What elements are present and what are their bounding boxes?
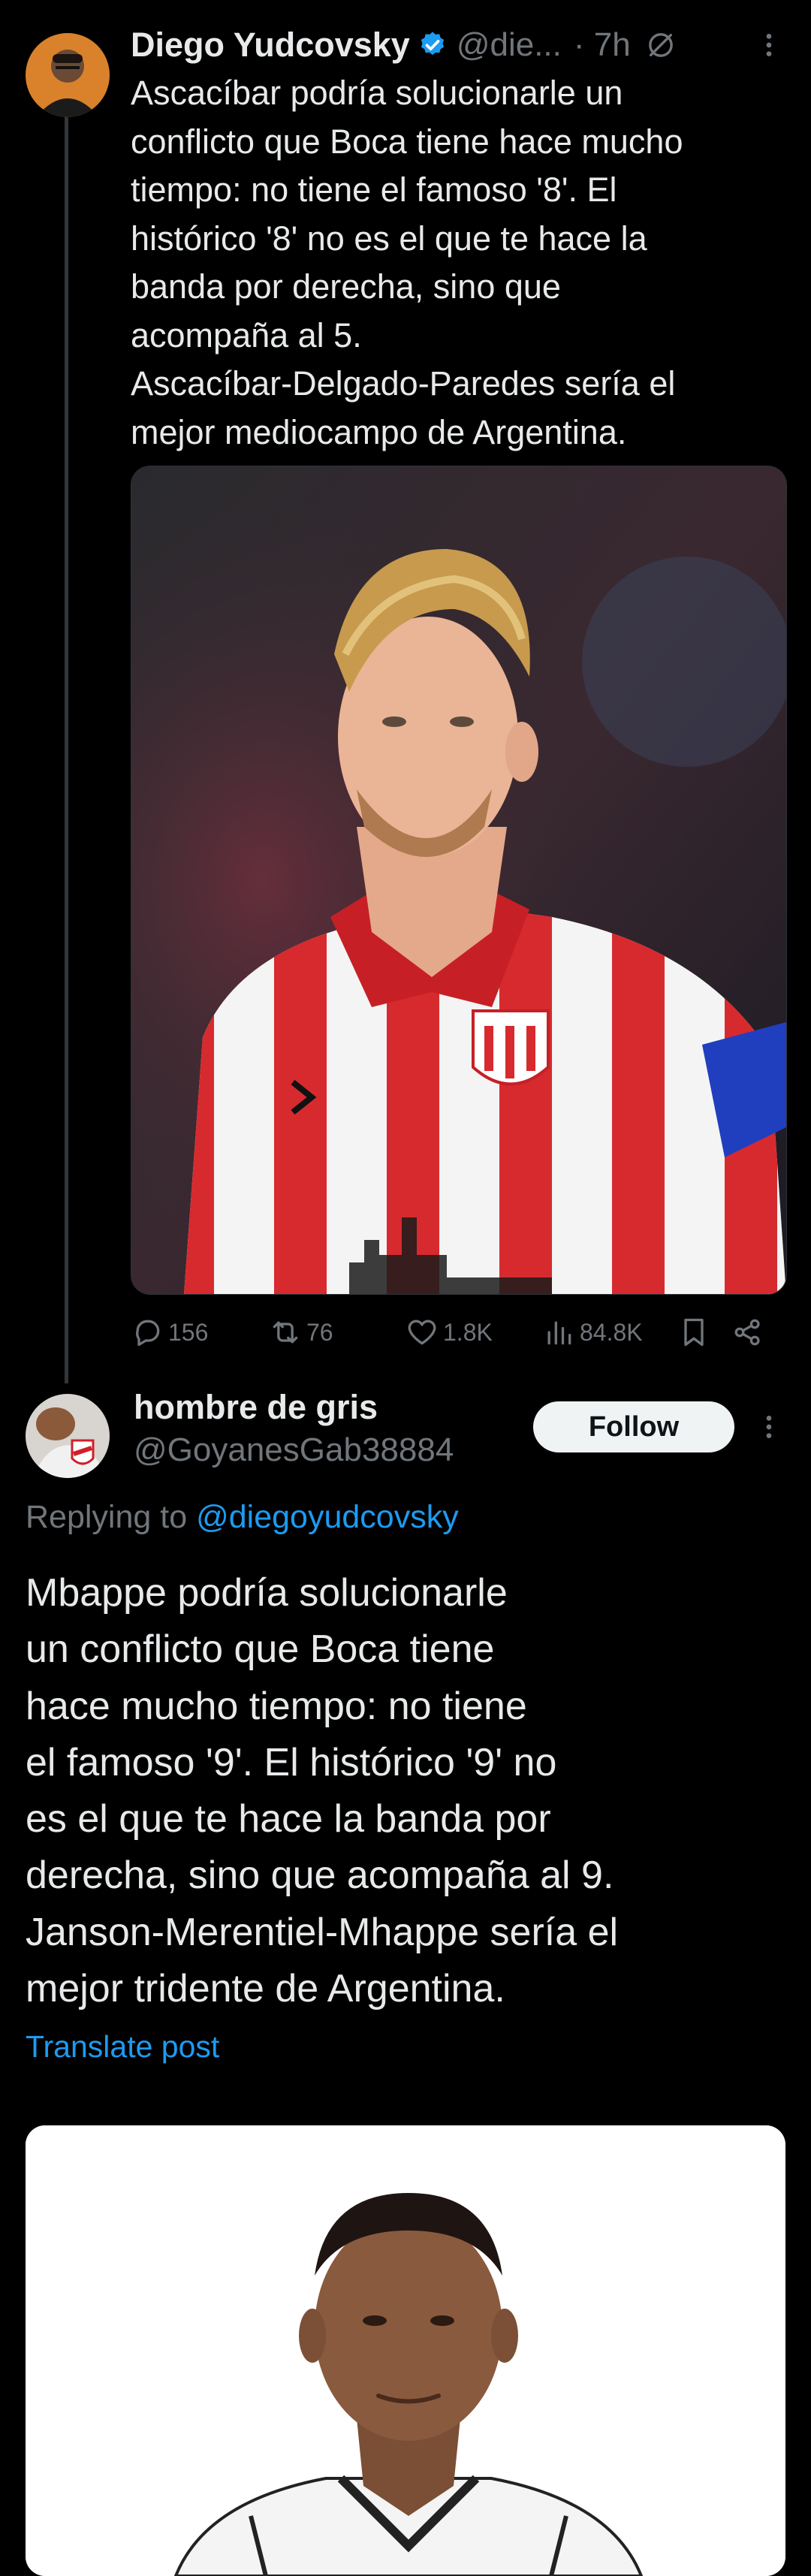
verified-badge-icon (421, 32, 444, 56)
author-handle[interactable]: @die... (457, 26, 562, 64)
translate-post-link[interactable]: Translate post (26, 2029, 219, 2065)
tweet-text-line: Mbappe podría solucionarle (26, 1571, 508, 1615)
reply-author-handle[interactable]: @GoyanesGab38884 (134, 1431, 454, 1469)
avatar-icon (26, 33, 110, 117)
tweet-text-line: mejor mediocampo de Argentina. (131, 412, 627, 451)
follow-button[interactable]: Follow (533, 1401, 734, 1452)
tweet-text-line: el famoso '9'. El histórico '9' no (26, 1740, 557, 1784)
parent-tweet-text: Ascacíbar podría solucionarle un conflic… (131, 69, 791, 457)
repost-count: 76 (306, 1318, 333, 1346)
parent-tweet-header: Diego Yudcovsky @die... · 7h (131, 21, 791, 69)
author-avatar[interactable] (26, 33, 110, 117)
more-icon[interactable] (754, 30, 784, 60)
replying-to-prefix: Replying to (26, 1499, 188, 1535)
replying-to-line: Replying to @diegoyudcovsky (26, 1499, 459, 1536)
tweet-text-line: Ascacíbar podría solucionarle un (131, 74, 623, 112)
tweet-text-line: mejor tridente de Argentina. (26, 1967, 505, 2011)
reply-icon (136, 1320, 160, 1347)
tweet-text-line: Ascacíbar-Delgado-Paredes sería el (131, 364, 676, 403)
views-action[interactable]: 84.8K (542, 1308, 643, 1356)
reply-count: 156 (168, 1318, 209, 1346)
more-icon[interactable] (754, 1412, 784, 1442)
grok-icon[interactable] (646, 30, 676, 60)
replying-to-link[interactable]: @diegoyudcovsky (196, 1499, 459, 1535)
views-icon (547, 1321, 571, 1345)
repost-icon (273, 1321, 298, 1344)
tweet-text-line: Janson-Merentiel-Mhappe sería el (26, 1910, 619, 1954)
tweet-timestamp[interactable]: · 7h (574, 26, 631, 64)
reply-tweet-text: Mbappe podría solucionarle un conflicto … (26, 1565, 784, 2017)
tweet-text-line: tiempo: no tiene el famoso '8'. El (131, 170, 617, 209)
share-icon (734, 1319, 760, 1346)
tweet-text-line: banda por derecha, sino que (131, 267, 561, 306)
like-count: 1.8K (443, 1318, 493, 1346)
player-photo (131, 466, 786, 1294)
reply-author-avatar[interactable] (26, 1394, 110, 1478)
parent-tweet-actions: 156 76 1.8K 84.8K (131, 1308, 791, 1356)
like-action[interactable]: 1.8K (406, 1308, 493, 1356)
tweet-text-line: acompaña al 5. (131, 315, 362, 354)
views-count: 84.8K (580, 1318, 643, 1346)
reply-author-name[interactable]: hombre de gris (134, 1388, 378, 1427)
tweet-text-line: es el que te hace la banda por (26, 1797, 551, 1842)
heart-icon (408, 1320, 436, 1345)
player-photo (26, 2125, 785, 2576)
avatar-icon (26, 1394, 110, 1478)
bookmark-action[interactable] (677, 1308, 715, 1356)
parent-tweet-photo[interactable] (131, 466, 787, 1295)
tweet-text-line: histórico '8' no es el que te hace la (131, 219, 647, 258)
reply-tweet-photo[interactable] (26, 2125, 785, 2576)
thread-connector-line (65, 114, 68, 1383)
tweet-text-line: hace mucho tiempo: no tiene (26, 1684, 527, 1728)
author-name[interactable]: Diego Yudcovsky (131, 26, 410, 65)
bookmark-icon (684, 1318, 704, 1347)
share-action[interactable] (731, 1308, 769, 1356)
reply-action[interactable]: 156 (131, 1308, 208, 1356)
repost-action[interactable]: 76 (269, 1308, 333, 1356)
tweet-text-line: derecha, sino que acompaña al 9. (26, 1854, 614, 1898)
tweet-text-line: un conflicto que Boca tiene (26, 1627, 495, 1672)
tweet-text-line: conflicto que Boca tiene hace mucho (131, 122, 683, 161)
